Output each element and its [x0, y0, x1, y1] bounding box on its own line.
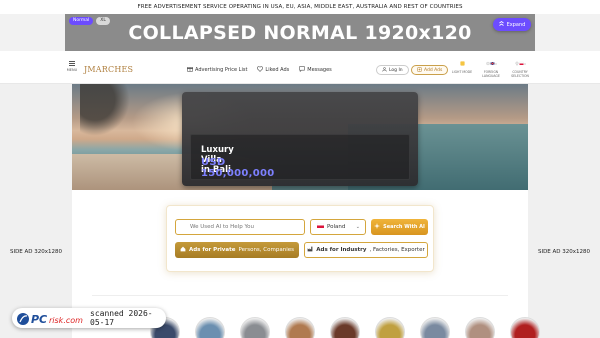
- listing-price: USD 150,000,000: [201, 157, 275, 179]
- expand-label: Expand: [506, 21, 526, 28]
- category-item[interactable]: [465, 317, 495, 338]
- ads-for-industry-button[interactable]: Ads for Industry , Factories, Exporter: [304, 242, 428, 258]
- side-ad-right[interactable]: SIDE AD 320x1280: [528, 84, 600, 338]
- site-header: MENU JMARCHES Advertising Price List Lik…: [0, 51, 600, 84]
- ads-industry-bold: Ads for Industry: [316, 247, 367, 253]
- light-mode-toggle[interactable]: LIGHT MODE: [450, 60, 474, 78]
- ads-for-private-button[interactable]: Ads for Private Persons, Companies: [175, 242, 299, 258]
- category-item[interactable]: [375, 317, 405, 338]
- factory-icon: [307, 246, 313, 254]
- side-ad-left-label: SIDE AD 320x1280: [9, 249, 63, 255]
- side-ad-right-label: SIDE AD 320x1280: [537, 249, 591, 255]
- hamburger-icon: [69, 61, 75, 66]
- nav-messages-label: Messages: [307, 67, 332, 73]
- menu-label: MENU: [66, 68, 78, 72]
- top-ad-banner[interactable]: Normal XL COLLAPSED NORMAL 1920x120 Expa…: [65, 14, 535, 51]
- gift-icon: [187, 66, 193, 74]
- svg-text:risk.com: risk.com: [49, 316, 83, 325]
- plus-icon: [417, 66, 422, 74]
- light-mode-label: LIGHT MODE: [451, 70, 473, 74]
- site-logo[interactable]: JMARCHES: [84, 65, 133, 74]
- search-input[interactable]: We Used AI to Help You: [175, 219, 305, 235]
- ads-private-rest: Persons, Companies: [238, 247, 294, 253]
- scan-date: scanned 2026-05-17: [90, 309, 153, 327]
- flag-icon: [479, 60, 503, 70]
- category-item[interactable]: [195, 317, 225, 338]
- section-divider: [92, 295, 508, 296]
- search-card: We Used AI to Help You Poland ⌄ Search W…: [166, 205, 434, 272]
- login-label: Log In: [389, 67, 403, 73]
- ads-industry-rest: , Factories, Exporter: [369, 247, 425, 253]
- svg-text:PC: PC: [31, 313, 47, 326]
- category-item[interactable]: [240, 317, 270, 338]
- country-value: Poland: [327, 224, 346, 230]
- side-ad-left[interactable]: SIDE AD 320x1280: [0, 84, 72, 338]
- pcrisk-logo: PC risk.com: [16, 311, 84, 326]
- country-selector[interactable]: COUNTRY SELECTION: [508, 60, 532, 78]
- search-with-ai-button[interactable]: Search With AI: [371, 219, 428, 235]
- user-icon: [382, 66, 387, 74]
- hero-banner[interactable]: Luxury Villa in Bali USD 150,000,000: [72, 84, 528, 190]
- expand-icon: [498, 21, 504, 28]
- header-options: LIGHT MODE FOREIGN LANGUAGE COUNTRY SELE…: [450, 60, 532, 78]
- search-with-ai-label: Search With AI: [383, 224, 425, 230]
- language-label: FOREIGN LANGUAGE: [482, 70, 500, 78]
- expand-button[interactable]: Expand: [493, 18, 531, 31]
- location-icon: [508, 60, 532, 70]
- nav-messages[interactable]: Messages: [299, 66, 332, 74]
- category-item[interactable]: [420, 317, 450, 338]
- category-item[interactable]: [285, 317, 315, 338]
- nav-liked-ads[interactable]: Liked Ads: [257, 66, 289, 74]
- nav-price-list-label: Advertising Price List: [195, 67, 248, 73]
- sun-icon: [450, 60, 474, 70]
- hero-palm-shadow: [80, 84, 130, 136]
- sparkle-icon: [374, 223, 381, 231]
- add-ads-label: Add Ads: [424, 67, 443, 73]
- category-list: [150, 317, 540, 338]
- nav-price-list[interactable]: Advertising Price List: [187, 66, 247, 74]
- category-item[interactable]: [330, 317, 360, 338]
- country-dropdown[interactable]: Poland ⌄: [310, 219, 366, 235]
- ad-banner-title: COLLAPSED NORMAL 1920x120: [128, 22, 472, 44]
- featured-listing-card[interactable]: Luxury Villa in Bali USD 150,000,000: [182, 92, 418, 186]
- top-announcement: FREE ADVERTISEMENT SERVICE OPERATING IN …: [0, 0, 600, 14]
- chat-icon: [299, 66, 305, 74]
- nav-liked-ads-label: Liked Ads: [265, 67, 290, 73]
- watermark-badge: PC risk.com scanned 2026-05-17: [12, 308, 166, 328]
- category-item[interactable]: [510, 317, 540, 338]
- page: FREE ADVERTISEMENT SERVICE OPERATING IN …: [0, 0, 600, 338]
- home-icon: [180, 246, 186, 254]
- poland-flag-icon: [316, 220, 325, 234]
- country-selection-label: COUNTRY SELECTION: [511, 70, 529, 78]
- ads-private-bold: Ads for Private: [188, 247, 236, 253]
- login-button[interactable]: Log In: [376, 65, 409, 75]
- chevron-down-icon: ⌄: [355, 224, 360, 230]
- menu-button[interactable]: MENU: [66, 61, 78, 72]
- heart-icon: [257, 66, 264, 74]
- header-nav: Advertising Price List Liked Ads Message…: [187, 66, 332, 74]
- add-ads-button[interactable]: Add Ads: [411, 65, 449, 75]
- language-selector[interactable]: FOREIGN LANGUAGE: [479, 60, 503, 78]
